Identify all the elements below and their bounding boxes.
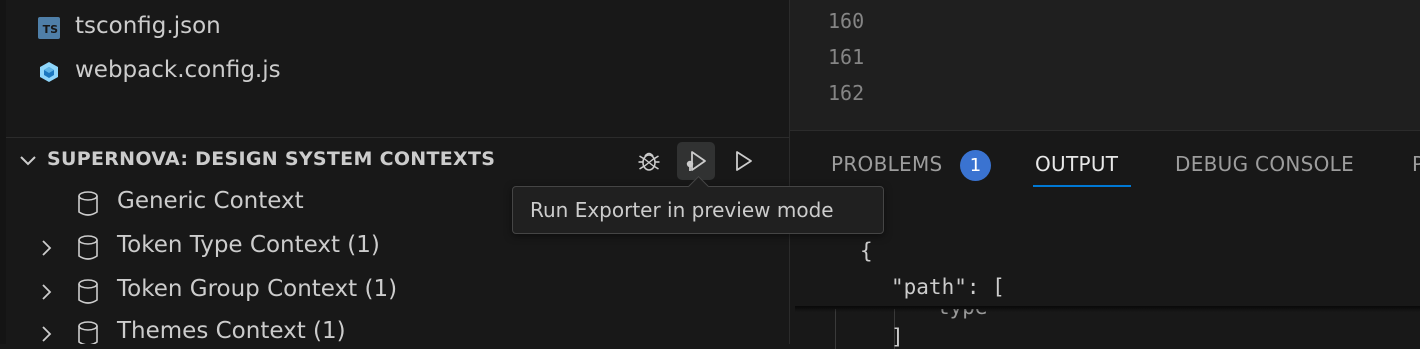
file-item-tsconfig[interactable]: TS tsconfig.json bbox=[6, 6, 789, 50]
output-line: { bbox=[860, 239, 873, 263]
output-line: "path": [ bbox=[891, 275, 1005, 299]
tree-item-themes-context[interactable]: Themes Context (1) bbox=[6, 312, 789, 344]
bug-icon bbox=[638, 152, 660, 171]
database-icon bbox=[78, 279, 98, 304]
explorer-panel: TS tsconfig.json webpack.config.js SUPER… bbox=[6, 0, 789, 344]
file-name: tsconfig.json bbox=[75, 13, 221, 39]
file-name: webpack.config.js bbox=[75, 57, 281, 83]
tab-debug-console[interactable]: DEBUG CONSOLE bbox=[1175, 152, 1354, 176]
section-divider bbox=[6, 137, 789, 138]
indent-guide bbox=[835, 309, 836, 349]
database-icon bbox=[78, 321, 98, 344]
debug-exporter-button[interactable] bbox=[630, 142, 668, 180]
file-item-webpack[interactable]: webpack.config.js bbox=[6, 50, 789, 94]
tab-output[interactable]: OUTPUT bbox=[1035, 152, 1118, 176]
output-scrolled-content: type ] bbox=[795, 309, 1420, 349]
section-title: SUPERNOVA: DESIGN SYSTEM CONTEXTS bbox=[47, 148, 496, 170]
typescript-config-icon: TS bbox=[38, 17, 60, 39]
tab-problems[interactable]: PROBLEMS bbox=[831, 152, 943, 176]
database-icon bbox=[78, 191, 98, 216]
tooltip: Run Exporter in preview mode bbox=[512, 175, 884, 234]
problems-count-badge: 1 bbox=[960, 150, 991, 181]
output-line: ] bbox=[891, 325, 904, 349]
tooltip-text: Run Exporter in preview mode bbox=[530, 198, 834, 222]
tree-item-label: Generic Context bbox=[117, 188, 304, 214]
supernova-contexts-section-header[interactable]: SUPERNOVA: DESIGN SYSTEM CONTEXTS bbox=[6, 140, 789, 182]
tab-ports[interactable]: P bbox=[1412, 152, 1420, 176]
sticky-scroll-shadow bbox=[795, 306, 1420, 312]
editor-area[interactable]: 160 161 162 bbox=[790, 0, 1420, 130]
line-number: 160 bbox=[828, 9, 865, 33]
chevron-right-icon[interactable] bbox=[36, 282, 56, 302]
line-number: 162 bbox=[828, 81, 865, 105]
tree-item-label: Token Type Context (1) bbox=[117, 232, 380, 258]
tree-item-label: Token Group Context (1) bbox=[117, 276, 398, 302]
bottom-panel: PROBLEMS 1 OUTPUT DEBUG CONSOLE P { "pat… bbox=[790, 130, 1420, 349]
run-exporter-preview-button[interactable] bbox=[677, 142, 715, 180]
run-preview-icon bbox=[686, 151, 706, 171]
play-icon bbox=[736, 151, 752, 171]
tree-item-token-group-context[interactable]: Token Group Context (1) bbox=[6, 270, 789, 314]
chevron-right-icon[interactable] bbox=[36, 324, 56, 344]
active-tab-indicator bbox=[1033, 185, 1131, 187]
chevron-down-icon bbox=[20, 156, 36, 166]
tree-item-label: Themes Context (1) bbox=[117, 318, 346, 344]
line-number: 161 bbox=[828, 45, 865, 69]
chevron-right-icon[interactable] bbox=[36, 238, 56, 258]
database-icon bbox=[78, 235, 98, 260]
run-exporter-button[interactable] bbox=[724, 142, 762, 180]
webpack-icon bbox=[40, 62, 58, 82]
